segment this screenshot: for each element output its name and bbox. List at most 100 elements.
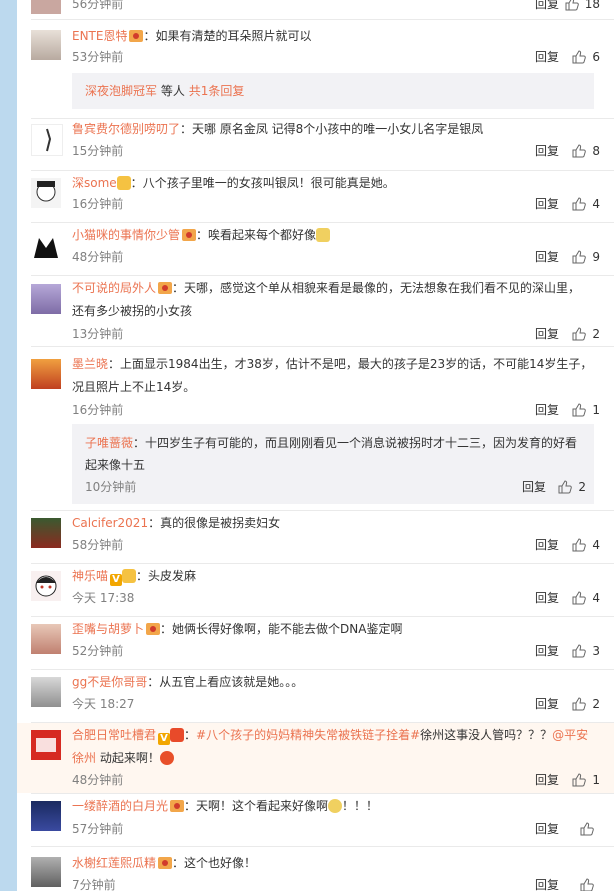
reply-button[interactable]: 回复 <box>535 643 559 659</box>
sub-like-button[interactable]: 2 <box>558 479 586 495</box>
like-button[interactable]: 2 <box>572 696 600 712</box>
comment-time: 16分钟前 <box>72 403 124 417</box>
reply-count-link[interactable]: 共1条回复 <box>189 84 245 98</box>
comment-text: 唉看起来每个都好像 <box>208 228 317 242</box>
comment-text-cont: 况且照片上不止14岁。 <box>72 380 196 394</box>
like-button[interactable]: 8 <box>572 143 600 159</box>
like-button[interactable]: 18 <box>565 0 600 12</box>
username-link[interactable]: 歪嘴与胡萝卜 <box>72 622 144 636</box>
sub-reply-text-cont: 起来像十五 <box>85 458 146 472</box>
username-link[interactable]: 神乐喵 <box>72 569 108 583</box>
comment-time: 53分钟前 <box>72 50 124 64</box>
vip-badge-icon <box>129 30 144 42</box>
reply-button[interactable]: 回复 <box>535 821 559 837</box>
thumbs-up-icon <box>580 878 594 891</box>
comment-text: 上面显示1984出生，才38岁，估计不是吧，最大的孩子是23岁的话，不可能14岁… <box>120 357 593 371</box>
like-button[interactable]: 2 <box>572 326 600 342</box>
reply-button[interactable]: 回复 <box>535 537 559 553</box>
mention-link[interactable]: @平安 <box>552 728 588 742</box>
reply-button[interactable]: 回复 <box>535 326 559 342</box>
like-button[interactable]: 4 <box>572 196 600 212</box>
comment-text: 天啊！这个看起来好像啊 <box>196 799 329 813</box>
comment-text-end: ！！！ <box>342 799 379 813</box>
username-link[interactable]: ENTE恩特 <box>72 29 127 43</box>
username-link[interactable]: 深夜泡脚冠军 <box>85 84 157 98</box>
avatar[interactable] <box>31 0 61 14</box>
avatar[interactable] <box>31 730 61 760</box>
username-link[interactable]: 合肥日常吐槽君 <box>72 728 156 742</box>
vip-badge-icon <box>170 800 185 812</box>
comment-item: Calcifer2021：真的很像是被拐卖妇女 58分钟前 回复 4 <box>17 511 614 564</box>
comment-time: 48分钟前 <box>72 773 124 787</box>
reply-button[interactable]: 回复 <box>535 0 559 12</box>
avatar[interactable] <box>31 624 61 654</box>
username-link[interactable]: 不可说的局外人 <box>72 281 156 295</box>
vip-badge-icon <box>146 623 161 635</box>
username-link[interactable]: 鲁宾费尔德别唠叨了 <box>72 122 180 136</box>
username-link[interactable]: 水榭红莲熙瓜精 <box>72 856 156 870</box>
avatar[interactable] <box>31 284 61 314</box>
comment-item: gg不是你哥哥：从五官上看应该就是她。。。 今天 18:27 回复 2 <box>17 670 614 723</box>
thumbs-up-icon <box>572 538 587 552</box>
like-button[interactable] <box>580 877 600 891</box>
like-button[interactable]: 4 <box>572 537 600 553</box>
like-button[interactable]: 6 <box>572 49 600 65</box>
reply-button[interactable]: 回复 <box>535 196 559 212</box>
comment-time: 7分钟前 <box>72 878 116 891</box>
like-button[interactable]: 1 <box>572 772 600 788</box>
sub-reply-box: 子唯蔷薇：十四岁生子有可能的，而且刚刚看见一个消息说被拐时才十二三，因为发育的好… <box>72 424 594 504</box>
reply-button[interactable]: 回复 <box>535 772 559 788</box>
avatar[interactable] <box>31 801 61 831</box>
reply-button[interactable]: 回复 <box>535 590 559 606</box>
thumbs-up-icon <box>558 480 573 494</box>
sub-reply-box[interactable]: 深夜泡脚冠军 等人 共1条回复 <box>72 73 594 109</box>
like-button[interactable]: 4 <box>572 590 600 606</box>
comment-time: 13分钟前 <box>72 327 124 341</box>
username-link[interactable]: gg不是你哥哥 <box>72 675 147 689</box>
reply-button[interactable]: 回复 <box>535 877 559 891</box>
avatar[interactable] <box>31 677 61 707</box>
username-link[interactable]: 墨兰晓 <box>72 357 108 371</box>
comment-item: 神乐喵 V ：头皮发麻 今天 17:38 回复 4 <box>17 564 614 617</box>
comment-text-cont: 动起来啊！ <box>99 751 160 765</box>
comment-time: 58分钟前 <box>72 538 124 552</box>
reply-button[interactable]: 回复 <box>535 49 559 65</box>
avatar[interactable] <box>31 571 61 601</box>
reply-button[interactable]: 回复 <box>535 402 559 418</box>
thumbs-up-icon <box>572 197 587 211</box>
like-button[interactable] <box>580 821 600 837</box>
like-button[interactable]: 9 <box>572 249 600 265</box>
sub-reply-text: 十四岁生子有可能的，而且刚刚看见一个消息说被拐时才十二三，因为发育的好看 <box>145 436 578 450</box>
thumbs-up-icon <box>572 327 587 341</box>
comment-time: 15分钟前 <box>72 144 124 158</box>
comment-text: 八个孩子里唯一的女孩叫银凤！很可能真是她。 <box>142 176 395 190</box>
sub-reply-button[interactable]: 回复 <box>522 479 546 495</box>
comment-item: 56分钟前 回复 18 <box>17 0 614 14</box>
topic-link[interactable]: #八个孩子的妈妈精神失常被铁链子拴着# <box>196 728 420 742</box>
username-link[interactable]: 深some <box>72 176 117 190</box>
avatar[interactable] <box>31 30 61 60</box>
avatar[interactable] <box>31 178 61 208</box>
comment-item: 水榭红莲熙瓜精 ：这个也好像！ 7分钟前 回复 <box>17 847 614 891</box>
username-link[interactable]: 子唯蔷薇 <box>85 436 133 450</box>
username-link[interactable]: Calcifer2021 <box>72 516 148 530</box>
avatar[interactable] <box>31 124 63 156</box>
avatar[interactable] <box>31 857 61 887</box>
username-link[interactable]: 一缕醉酒的白月光 <box>72 799 168 813</box>
reply-button[interactable]: 回复 <box>535 143 559 159</box>
reply-button[interactable]: 回复 <box>535 249 559 265</box>
avatar[interactable] <box>31 230 61 260</box>
comment-text: 徐州这事没人管吗？？？ <box>420 728 553 742</box>
comment-text: 头皮发麻 <box>148 569 197 583</box>
avatar[interactable] <box>31 359 61 389</box>
thumbs-up-icon <box>572 144 587 158</box>
comment-item: 鲁宾费尔德别唠叨了：天哪 原名金凤 记得8个小孩中的唯一小女儿名字是银凤 15分… <box>17 119 614 172</box>
comment-item: 不可说的局外人 ：天哪，感觉这个单从相貌来看是最像的，无法想象在我们看不见的深山里… <box>17 276 614 346</box>
thumbs-up-icon <box>580 822 594 836</box>
username-link[interactable]: 小猫咪的事情你少管 <box>72 228 180 242</box>
like-button[interactable]: 1 <box>572 402 600 418</box>
like-button[interactable]: 3 <box>572 643 600 659</box>
avatar[interactable] <box>31 518 61 548</box>
reply-button[interactable]: 回复 <box>535 696 559 712</box>
mention-link-cont[interactable]: 徐州 <box>72 751 96 765</box>
